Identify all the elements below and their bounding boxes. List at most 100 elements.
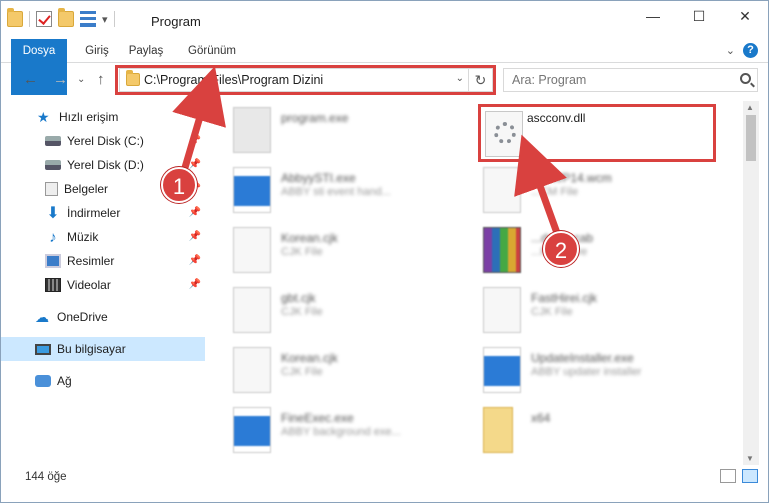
address-bar[interactable]: C:\Program Files\Program Dizini ⌄ ↻ [119,68,493,92]
back-button[interactable]: ← [23,71,38,88]
file-name: AbbyySTI.exe [281,171,356,185]
sidebar-item-label: Videolar [67,278,111,292]
sidebar-item-downloads[interactable]: ⬇ İndirmeler 📌 [1,201,205,225]
customize-qat-chevron-icon[interactable]: ▾ [102,13,108,26]
window-controls: — ☐ ✕ [630,1,768,31]
scroll-up-icon[interactable]: ▲ [746,103,754,112]
file-description: CJK File [281,246,323,258]
search-box[interactable] [503,68,758,92]
folder-item[interactable]: x64 [467,401,713,457]
file-name: ascconv.dll [527,111,586,125]
forward-button[interactable]: → [53,71,68,88]
file-icon [233,167,271,213]
folder-icon [483,407,513,453]
documents-icon [45,182,58,196]
file-name: FastHirei.cjk [531,291,598,305]
address-path[interactable]: C:\Program Files\Program Dizini [144,73,323,87]
sidebar-item-local-disk-c[interactable]: Yerel Disk (C:) 📌 [1,129,205,153]
sidebar-item-music[interactable]: ♪ Müzik 📌 [1,225,205,249]
help-icon[interactable]: ? [743,43,758,58]
music-icon: ♪ [49,228,57,246]
file-icon [233,287,271,333]
archive-icon [483,227,521,273]
tab-giris[interactable]: Giriş [81,39,113,63]
pin-icon[interactable]: 📌 [189,135,201,146]
sidebar-item-this-pc[interactable]: Bu bilgisayar [1,337,205,361]
file-icon [483,167,521,213]
refresh-button[interactable]: ↻ [468,69,492,91]
file-item-ascconv-dll[interactable]: ascconv.dll [479,105,725,161]
recent-locations-button[interactable]: ⌄ [77,74,85,85]
sidebar-item-videos[interactable]: Videolar 📌 [1,273,205,297]
pin-icon[interactable]: 📌 [189,255,201,266]
address-dropdown-icon[interactable]: ⌄ [456,73,464,84]
sidebar-item-network[interactable]: Ağ [1,369,205,393]
sidebar-item-label: Ağ [57,374,72,388]
scroll-down-icon[interactable]: ▼ [746,454,754,463]
sidebar-item-label: Yerel Disk (C:) [67,134,144,148]
tab-paylas[interactable]: Paylaş [127,39,165,63]
computer-icon [35,343,51,355]
quick-access-toolbar: ▾ [7,8,115,27]
file-name: UpdateInstaller.exe [531,351,634,365]
explorer-window: ▾ Program — ☐ ✕ Dosya Giriş Paylaş Görün… [0,0,769,503]
file-item[interactable]: UpdateInstaller.exe ABBY updater install… [467,341,713,397]
maximize-button[interactable]: ☐ [676,1,722,31]
vertical-scrollbar[interactable]: ▲ ▼ [743,101,759,465]
folder-icon [126,70,140,86]
pin-icon[interactable]: 📌 [189,207,201,218]
new-folder-icon[interactable] [58,8,74,27]
file-icon [233,227,271,273]
file-icon [233,407,271,453]
sidebar-item-label: Yerel Disk (D:) [67,158,144,172]
search-icon[interactable] [740,73,751,84]
status-bar: 144 öğe [1,465,768,489]
file-name: ...toWP14.wcm [531,171,612,185]
separator [113,11,115,27]
search-input[interactable] [504,69,724,91]
sidebar-item-onedrive[interactable]: ☁ OneDrive [1,305,205,329]
file-item[interactable]: ...toWP14.wcm ...CM File [467,161,713,217]
expand-ribbon-chevron-icon[interactable]: ⌄ [726,44,735,57]
star-icon: ★ [37,109,50,125]
file-description: ...CM File [531,186,579,198]
file-item[interactable]: FineExec.exe ABBY background exe... [217,401,463,457]
file-item[interactable]: gbt.cjk CJK File [217,281,463,337]
navigation-bar: ← → ⌄ ↑ C:\Program Files\Program Dizini … [1,63,768,97]
sidebar-item-label: Müzik [67,230,99,244]
dll-file-icon [485,111,523,157]
ribbon-tabs: Dosya Giriş Paylaş Görünüm ⌄ ? [1,39,768,95]
file-item[interactable]: ...dates.cab ...R Archive [467,221,713,277]
file-name: gbt.cjk [281,291,316,305]
pin-icon[interactable]: 📌 [189,279,201,290]
file-item[interactable]: Korean.cjk CJK File [217,341,463,397]
file-item[interactable]: Korean.cjk CJK File [217,221,463,277]
file-description: ABBY sti event hand... [281,186,391,198]
file-item[interactable]: program.exe [217,101,463,157]
tab-gorunum[interactable]: Görünüm [185,39,239,63]
close-button[interactable]: ✕ [722,1,768,31]
sidebar-item-label: Hızlı erişim [59,110,119,124]
pin-icon[interactable]: 📌 [189,159,201,170]
sidebar-item-label: İndirmeler [67,206,121,220]
sidebar-item-label: OneDrive [57,310,108,324]
sidebar-item-pictures[interactable]: Resimler 📌 [1,249,205,273]
scrollbar-thumb[interactable] [746,115,756,161]
file-description: ABBY updater installer [531,366,642,378]
sidebar-item-quick-access[interactable]: ★ Hızlı erişim [1,105,205,129]
details-view-icon[interactable] [720,469,736,483]
file-description: CJK File [281,306,323,318]
file-icon [233,347,271,393]
file-item[interactable]: AbbyySTI.exe ABBY sti event hand... [217,161,463,217]
callout-badge-2: 2 [543,231,579,267]
minimize-button[interactable]: — [630,1,676,31]
properties-check-icon[interactable] [36,11,52,27]
up-button[interactable]: ↑ [97,71,105,88]
file-item[interactable]: FastHirei.cjk CJK File [467,281,713,337]
large-icons-view-icon[interactable] [742,469,758,483]
title-bar: ▾ Program — ☐ ✕ [1,1,768,39]
file-icon [483,287,521,333]
file-description: CJK File [531,306,573,318]
pin-icon[interactable]: 📌 [189,231,201,242]
properties-icon[interactable] [80,11,96,27]
